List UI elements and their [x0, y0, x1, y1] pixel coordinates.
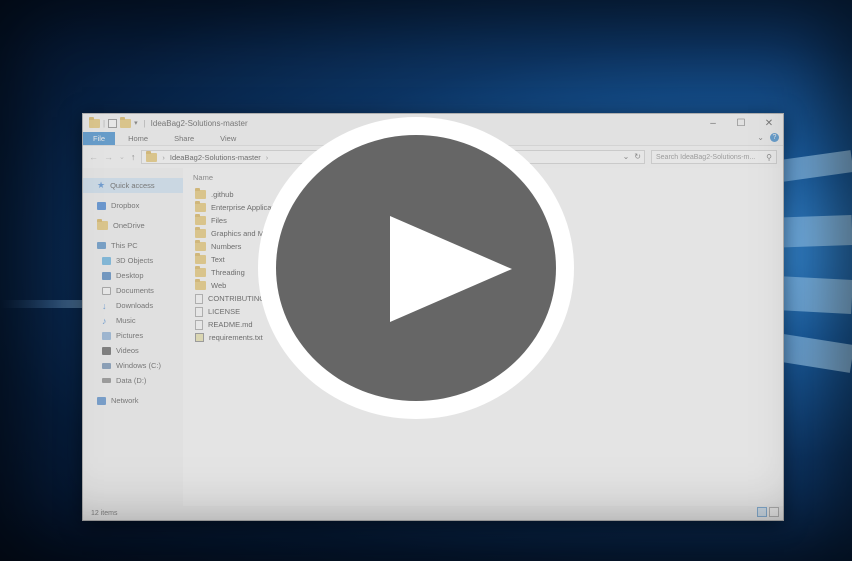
desktop-icon	[102, 271, 111, 280]
close-button[interactable]: ✕	[755, 114, 783, 132]
play-disc	[276, 135, 556, 401]
network-icon	[97, 396, 106, 405]
new-folder-icon[interactable]	[120, 116, 132, 128]
cube-icon	[102, 256, 111, 265]
chevron-right-icon[interactable]: ›	[266, 153, 269, 162]
folder-icon	[195, 240, 206, 251]
sidebar-item-network[interactable]: Network	[83, 393, 183, 408]
window-controls: – ☐ ✕	[699, 114, 783, 132]
item-count: 12 items	[91, 509, 118, 517]
drive-icon	[102, 378, 111, 383]
back-icon[interactable]: ←	[89, 152, 98, 162]
up-arrow-icon[interactable]: ↑	[131, 152, 136, 162]
quick-access-toolbar: | ▾	[89, 116, 138, 128]
text-file-icon	[195, 333, 204, 342]
folder-icon	[195, 266, 206, 277]
search-icon: ⚲	[766, 152, 772, 162]
large-icons-view-icon[interactable]	[769, 507, 779, 517]
folder-icon	[195, 188, 206, 199]
window-title: IdeaBag2-Solutions-master	[150, 118, 248, 128]
sidebar-item-data-d[interactable]: Data (D:)	[83, 373, 183, 388]
tab-share[interactable]: Share	[161, 132, 207, 145]
chevron-right-icon: ›	[162, 152, 165, 162]
folder-icon	[97, 219, 108, 230]
sidebar-item-3d-objects[interactable]: 3D Objects	[83, 253, 183, 268]
sidebar-item-dropbox[interactable]: Dropbox	[83, 198, 183, 213]
sidebar-item-desktop[interactable]: Desktop	[83, 268, 183, 283]
minimize-button[interactable]: –	[699, 114, 727, 132]
search-placeholder: Search IdeaBag2-Solutions-m...	[656, 153, 756, 161]
document-icon	[195, 306, 203, 317]
customize-toolbar-icon[interactable]: ▾	[134, 119, 138, 127]
computer-icon	[97, 242, 106, 249]
download-icon: ↓	[102, 300, 107, 311]
search-input[interactable]: Search IdeaBag2-Solutions-m... ⚲	[651, 150, 777, 164]
sidebar-item-pictures[interactable]: Pictures	[83, 328, 183, 343]
sidebar-item-windows-c[interactable]: Windows (C:)	[83, 358, 183, 373]
drive-icon	[102, 362, 111, 369]
sidebar-item-documents[interactable]: Documents	[83, 283, 183, 298]
refresh-icon[interactable]: ↻	[634, 152, 641, 161]
folder-icon	[195, 253, 206, 264]
folder-icon	[89, 116, 100, 128]
sidebar-item-quick-access[interactable]: ★ Quick access	[83, 178, 183, 193]
separator: |	[143, 118, 146, 128]
forward-icon[interactable]: →	[104, 152, 113, 162]
help-icon[interactable]: ?	[770, 133, 779, 142]
sidebar-item-onedrive[interactable]: OneDrive	[83, 218, 183, 233]
tab-file[interactable]: File	[83, 132, 116, 145]
tab-view[interactable]: View	[207, 132, 249, 145]
play-icon	[390, 216, 512, 322]
recent-locations-icon[interactable]: ⌄	[119, 153, 125, 161]
pictures-icon	[102, 331, 111, 340]
dropbox-icon	[97, 201, 106, 210]
videos-icon	[102, 346, 111, 355]
document-icon	[195, 293, 203, 304]
sidebar-item-downloads[interactable]: ↓ Downloads	[83, 298, 183, 313]
navigation-pane: ★ Quick access Dropbox OneDrive This PC …	[83, 168, 183, 506]
music-icon: ♪	[102, 315, 107, 326]
documents-icon	[102, 286, 111, 295]
maximize-button[interactable]: ☐	[727, 114, 755, 132]
expand-ribbon-icon[interactable]: ⌄	[757, 133, 764, 142]
folder-icon	[146, 150, 158, 162]
folder-icon	[195, 279, 206, 290]
play-button[interactable]	[258, 117, 574, 419]
folder-icon	[195, 227, 206, 238]
sidebar-item-music[interactable]: ♪ Music	[83, 313, 183, 328]
folder-icon	[195, 201, 206, 212]
status-bar: 12 items	[83, 506, 783, 520]
details-view-icon[interactable]	[757, 507, 767, 517]
star-icon: ★	[97, 180, 106, 190]
wallpaper-beam	[0, 300, 82, 308]
separator: |	[103, 118, 106, 128]
address-dropdown-icon[interactable]: ⌄	[623, 152, 630, 161]
tab-home[interactable]: Home	[115, 132, 161, 145]
breadcrumb[interactable]: IdeaBag2-Solutions-master	[170, 153, 261, 162]
properties-icon[interactable]	[108, 118, 118, 128]
document-icon	[195, 319, 203, 330]
sidebar-item-videos[interactable]: Videos	[83, 343, 183, 358]
sidebar-item-this-pc[interactable]: This PC	[83, 238, 183, 253]
folder-icon	[195, 214, 206, 225]
